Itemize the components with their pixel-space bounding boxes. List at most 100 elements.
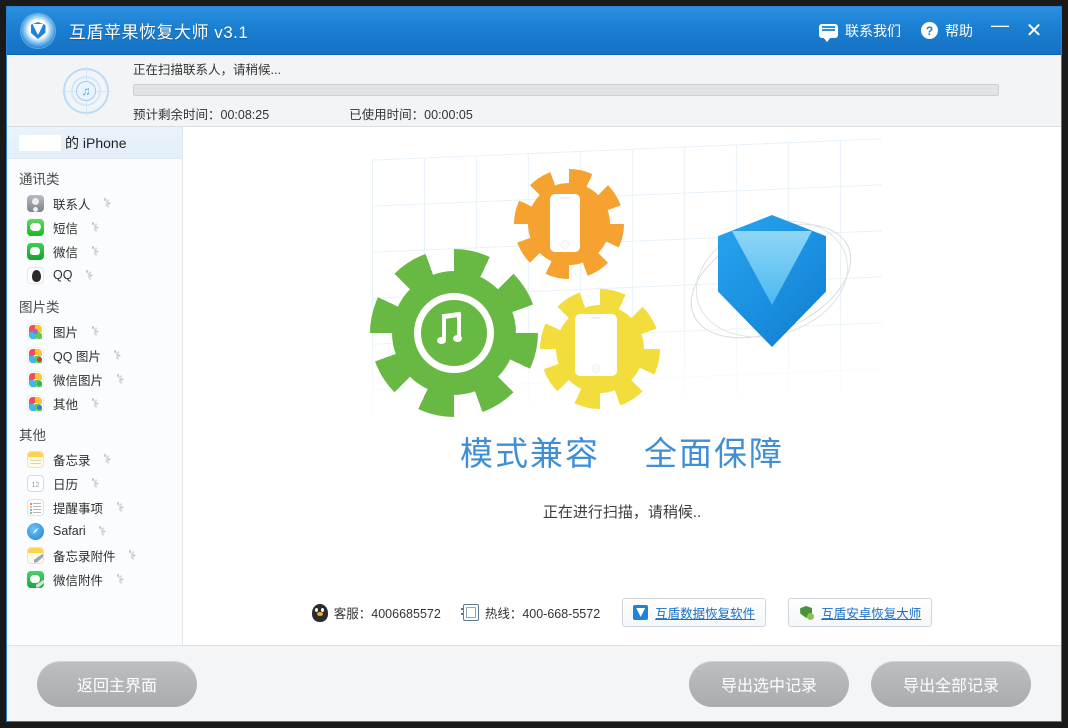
loading-spinner-icon [112,573,123,585]
shield-glyph [30,22,46,39]
wechat-attachment-icon [27,570,44,588]
title-bar-actions: 联系我们 ? 帮助 — ✕ [809,7,1061,54]
help-label: 帮助 [945,22,973,39]
phone-book-icon [460,604,479,621]
device-header[interactable]: 的 iPhone [7,127,182,159]
qq-photos-icon [27,346,44,364]
sidebar: 的 iPhone 通讯类 联系人 短信 微信 QQ 图片类 图片 QQ 图片 微… [7,127,183,645]
qq-icon [27,266,44,284]
slogan-row: 模式兼容 全面保障 [460,427,784,475]
scanning-radar-icon: ♫ [61,65,111,116]
hotline-label: 热线：400-668-5572 [484,607,601,621]
progress-column: 正在扫描联系人，请稍候... 预计剩余时间：00:08:25 已使用时间：00:… [133,59,1061,123]
back-to-main-button[interactable]: 返回主界面 [37,660,197,707]
sidebar-item-sms[interactable]: 短信 [7,215,182,239]
loading-spinner-icon [112,373,123,385]
remaining-time-label: 预计剩余时间：00:08:25 [133,107,270,122]
export-selected-button[interactable]: 导出选中记录 [689,660,849,707]
promo-data-recovery-label: 互盾数据恢复软件 [655,607,756,621]
sidebar-item-label: 提醒事项 [53,501,104,516]
sidebar-item-photos[interactable]: 图片 [7,319,182,343]
tablet-icon [575,314,617,376]
close-icon: ✕ [1025,20,1043,42]
sidebar-item-calendar[interactable]: 12 日历 [7,471,182,495]
scan-progress-panel: ♫ 正在扫描联系人，请稍候... 预计剩余时间：00:08:25 已使用时间：0… [7,55,1061,127]
app-logo-icon [21,13,55,48]
sidebar-item-label: 备忘录附件 [53,549,116,564]
minimize-icon: — [991,15,1009,35]
sidebar-item-label: 备忘录 [53,453,91,468]
title-bar: 互盾苹果恢复大师 v3.1 联系我们 ? 帮助 — ✕ [7,7,1061,55]
notes-icon [27,450,44,468]
minimize-button[interactable]: — [983,14,1017,48]
sidebar-item-label: 微信图片 [53,373,104,388]
orange-gear-icon [514,169,624,279]
contact-us-button[interactable]: 联系我们 [809,17,911,45]
green-gear-icon [370,249,538,417]
promo-data-recovery-button[interactable]: 互盾数据恢复软件 [622,598,767,627]
music-note-glyph [437,311,479,353]
contact-us-label: 联系我们 [845,22,901,39]
sidebar-item-label: 微信 [53,245,79,260]
sidebar-item-label: 微信附件 [53,573,104,588]
sidebar-item-notes-attachment[interactable]: 备忘录附件 [7,543,182,567]
loading-spinner-icon [100,453,111,465]
promo-android-recovery-label: 互盾安卓恢复大师 [821,607,922,621]
android-shield-icon [799,605,815,620]
wechat-photos-icon [27,370,44,388]
export-all-button[interactable]: 导出全部记录 [871,660,1031,707]
loading-spinner-icon [87,221,98,233]
redacted-name-block [19,134,61,151]
sidebar-item-wechat-photos[interactable]: 微信图片 [7,367,182,391]
slogan-right: 全面保障 [644,435,784,472]
safari-icon [27,522,44,540]
app-title: 互盾苹果恢复大师 v3.1 [69,23,249,42]
sidebar-item-label: 短信 [53,221,79,236]
sidebar-item-notes[interactable]: 备忘录 [7,447,182,471]
yellow-gear-icon [540,289,660,409]
loading-spinner-icon [81,269,92,281]
shield-icon [633,605,649,620]
sidebar-item-qq-photos[interactable]: QQ 图片 [7,343,182,367]
content-area: 模式兼容 全面保障 正在进行扫描，请稍候.. 客服：4006685572 热线：… [183,127,1061,645]
application-window: 互盾苹果恢复大师 v3.1 联系我们 ? 帮助 — ✕ ♫ 正在扫描联系人，请稍… [6,6,1062,722]
sidebar-item-label: 日历 [53,477,79,492]
sidebar-item-wechat-attachment[interactable]: 微信附件 [7,567,182,591]
sidebar-item-reminders[interactable]: 提醒事项 [7,495,182,519]
help-button[interactable]: ? 帮助 [911,17,983,45]
loading-spinner-icon [87,477,98,489]
device-name-label: 的 iPhone [65,134,127,151]
customer-service-info: 客服：4006685572 [311,603,441,622]
sidebar-item-label: Safari [53,524,86,538]
sidebar-item-qq[interactable]: QQ [7,263,182,287]
loading-spinner-icon [112,501,123,513]
sidebar-item-other-photos[interactable]: 其他 [7,391,182,415]
music-note-icon: ♫ [76,80,96,101]
scan-status-text: 正在扫描联系人，请稍候... [133,62,281,77]
info-bar: 客服：4006685572 热线：400-668-5572 互盾数据恢复软件 互… [183,598,1061,627]
contacts-icon [27,194,44,212]
loading-spinner-icon [125,549,136,561]
sidebar-item-label: QQ [53,268,73,282]
close-button[interactable]: ✕ [1017,14,1051,48]
sidebar-item-safari[interactable]: Safari [7,519,182,543]
sidebar-group-title-images: 图片类 [19,300,60,315]
loading-spinner-icon [87,325,98,337]
main-body: 的 iPhone 通讯类 联系人 短信 微信 QQ 图片类 图片 QQ 图片 微… [7,127,1061,645]
promo-android-recovery-button[interactable]: 互盾安卓恢复大师 [788,598,933,627]
sidebar-group-title-communications: 通讯类 [19,172,60,187]
loading-spinner-icon [110,349,121,361]
sidebar-item-contacts[interactable]: 联系人 [7,191,182,215]
hero-illustration [362,138,882,431]
shield-graphic [673,197,869,365]
sidebar-item-wechat[interactable]: 微信 [7,239,182,263]
sidebar-group-title-other: 其他 [19,428,46,443]
calendar-icon: 12 [27,474,44,492]
elapsed-time-label: 已使用时间：00:00:05 [349,107,473,122]
wechat-icon [27,242,44,260]
qq-penguin-icon [311,603,328,622]
sidebar-item-label: 其他 [53,397,79,412]
scan-note: 正在进行扫描，请稍候.. [542,504,702,521]
other-photos-icon [27,394,44,412]
chat-icon [819,23,838,42]
